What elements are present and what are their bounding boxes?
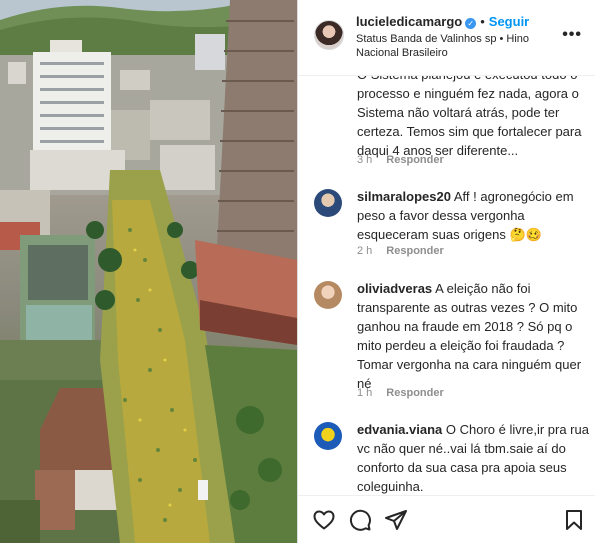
comment-meta: 1 h Responder: [357, 387, 444, 399]
audio-track-link[interactable]: Status Banda de Valinhos sp • Hino Nacio…: [356, 32, 556, 60]
comment-time: 2 h: [357, 245, 373, 257]
comment-meta: 3 h Responder: [357, 154, 444, 166]
post-sidebar: lucieledicamargo ✓ • Seguir Status Banda de…: [297, 0, 595, 543]
post-header: lucieledicamargo ✓ • Seguir Status Banda de…: [298, 0, 595, 76]
comment-text: edvania.viana O Choro é livre,ir pra rua…: [357, 420, 589, 495]
author-username[interactable]: lucieledicamargo: [356, 14, 462, 29]
comment-avatar[interactable]: [314, 189, 342, 217]
comments-list[interactable]: O Sistema planejou e executou todo o pro…: [298, 52, 595, 495]
comment-avatar[interactable]: [314, 422, 342, 450]
author-line: lucieledicamargo ✓ • Seguir: [356, 14, 529, 29]
bookmark-icon[interactable]: [562, 508, 586, 532]
comment-meta: 2 h Responder: [357, 245, 444, 257]
separator-dot: •: [480, 14, 485, 29]
reply-button[interactable]: Responder: [386, 387, 443, 399]
paper-plane-icon[interactable]: [384, 508, 408, 532]
aerial-city-crowd-photo: [0, 0, 297, 543]
comment-text: silmaralopes20 Aff ! agronegócio em peso…: [357, 187, 589, 244]
post-actions-bar: [298, 495, 595, 543]
comment-icon[interactable]: [348, 508, 372, 532]
comment-username[interactable]: edvania.viana: [357, 422, 442, 437]
follow-button[interactable]: Seguir: [489, 14, 529, 29]
comment-text: oliviadveras A eleição não foi transpare…: [357, 279, 589, 393]
comment-text: O Sistema planejou e executou todo o pro…: [357, 65, 589, 160]
more-options-icon[interactable]: •••: [562, 26, 582, 44]
comment-avatar[interactable]: [314, 281, 342, 309]
comment-body: A eleição não foi transparente as outras…: [357, 281, 582, 391]
heart-icon[interactable]: [312, 508, 336, 532]
reply-button[interactable]: Responder: [386, 245, 443, 257]
comment-username[interactable]: silmaralopes20: [357, 189, 451, 204]
comment-time: 3 h: [357, 154, 373, 166]
author-avatar[interactable]: [314, 20, 344, 50]
comment-time: 1 h: [357, 387, 373, 399]
verified-badge-icon: ✓: [465, 18, 477, 29]
comment-username[interactable]: oliviadveras: [357, 281, 432, 296]
comment-body: O Sistema planejou e executou todo o pro…: [357, 67, 582, 158]
post-photo[interactable]: [0, 0, 297, 543]
reply-button[interactable]: Responder: [386, 154, 443, 166]
